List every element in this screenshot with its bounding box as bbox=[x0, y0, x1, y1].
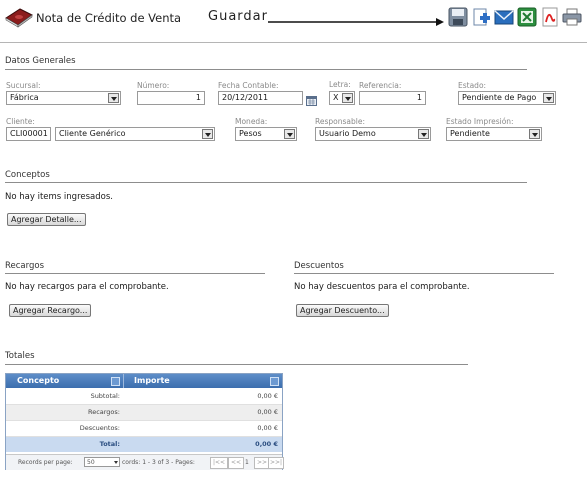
recargos-title: Recargos bbox=[5, 261, 45, 271]
email-icon[interactable] bbox=[494, 7, 514, 27]
pdf-icon[interactable] bbox=[540, 7, 560, 27]
table-cell-importe: 0,00 € bbox=[257, 424, 278, 432]
table-cell-importe: 0,00 € bbox=[257, 392, 278, 400]
estado-impresion-select[interactable]: Pendiente bbox=[446, 127, 542, 141]
referencia-field[interactable]: 1 bbox=[359, 91, 426, 105]
responsable-select[interactable]: Usuario Demo bbox=[315, 127, 431, 141]
records-info: cords: 1 - 3 of 3 - Pages: bbox=[122, 459, 195, 466]
letra-value: X bbox=[333, 93, 339, 102]
table-cell-concepto: Total: bbox=[99, 440, 120, 448]
prev-page-button[interactable]: << bbox=[228, 457, 245, 469]
agregar-recargo-button[interactable]: Agregar Recargo... bbox=[9, 304, 92, 317]
chevron-down-icon bbox=[114, 461, 118, 464]
header-divider bbox=[0, 42, 587, 43]
estado-impresion-label: Estado Impresión: bbox=[446, 117, 514, 126]
chevron-down-icon bbox=[418, 129, 429, 139]
letra-label: Letra: bbox=[329, 80, 351, 89]
chevron-down-icon bbox=[342, 93, 353, 103]
chevron-down-icon bbox=[108, 93, 119, 103]
recargos-divider bbox=[5, 273, 265, 274]
totales-grid: Concepto Importe Subtotal: 0,00 € Recarg… bbox=[5, 373, 285, 470]
page-title: Nota de Crédito de Venta bbox=[36, 11, 182, 25]
moneda-label: Moneda: bbox=[235, 117, 268, 126]
records-per-page-value: 50 bbox=[87, 459, 95, 466]
descuentos-divider bbox=[294, 273, 554, 274]
totales-title: Totales bbox=[5, 351, 35, 361]
chevron-down-icon bbox=[284, 129, 295, 139]
table-row: Subtotal: 0,00 € bbox=[6, 389, 282, 405]
guardar-arrow bbox=[268, 12, 444, 26]
print-icon[interactable] bbox=[562, 7, 582, 27]
agregar-descuento-button[interactable]: Agregar Descuento... bbox=[296, 304, 389, 317]
referencia-value: 1 bbox=[416, 93, 422, 102]
records-per-page-select[interactable]: 50 bbox=[84, 457, 120, 467]
responsable-label: Responsable: bbox=[315, 117, 365, 126]
cliente-label: Cliente: bbox=[6, 117, 35, 126]
calendar-icon[interactable] bbox=[306, 91, 317, 106]
conceptos-title: Conceptos bbox=[5, 170, 50, 180]
letra-select[interactable]: X bbox=[329, 91, 355, 105]
datos-generales-divider bbox=[5, 69, 527, 70]
datos-generales-title: Datos Generales bbox=[5, 56, 76, 66]
table-cell-concepto: Descuentos: bbox=[79, 424, 120, 432]
numero-field[interactable]: 1 bbox=[137, 91, 205, 105]
fecha-field[interactable]: 20/12/2011 bbox=[218, 91, 303, 105]
grid-pager: Records per page: 50 cords: 1 - 3 of 3 -… bbox=[6, 454, 285, 470]
estado-label: Estado: bbox=[458, 81, 487, 90]
column-header-concepto-label: Concepto bbox=[17, 376, 60, 385]
table-cell-importe: 0,00 € bbox=[255, 440, 278, 448]
sort-icon[interactable] bbox=[111, 377, 120, 386]
agregar-detalle-button[interactable]: Agregar Detalle... bbox=[7, 213, 86, 226]
table-cell-importe: 0,00 € bbox=[257, 408, 278, 416]
book-icon bbox=[4, 6, 34, 28]
table-cell-concepto: Recargos: bbox=[87, 408, 120, 416]
moneda-select[interactable]: Pesos bbox=[235, 127, 297, 141]
descuentos-empty-text: No hay descuentos para el comprobante. bbox=[294, 282, 470, 292]
conceptos-empty-text: No hay items ingresados. bbox=[5, 192, 113, 202]
sucursal-select[interactable]: Fábrica bbox=[6, 91, 121, 105]
descuentos-title: Descuentos bbox=[294, 261, 344, 271]
guardar-label: Guardar bbox=[208, 9, 268, 24]
page-number[interactable]: 1 bbox=[245, 455, 249, 470]
numero-label: Número: bbox=[137, 81, 170, 90]
first-page-button[interactable]: |<< bbox=[210, 457, 229, 469]
cliente-code-value: CLI00001 bbox=[10, 129, 48, 138]
estado-impresion-value: Pendiente bbox=[450, 129, 490, 138]
chevron-down-icon bbox=[543, 93, 554, 103]
column-header-concepto[interactable]: Concepto bbox=[6, 374, 124, 388]
table-cell-concepto: Subtotal: bbox=[90, 392, 120, 400]
sucursal-value: Fábrica bbox=[10, 93, 39, 102]
numero-value: 1 bbox=[195, 93, 201, 102]
recargos-empty-text: No hay recargos para el comprobante. bbox=[5, 282, 169, 292]
estado-value: Pendiente de Pago bbox=[462, 93, 537, 102]
fecha-value: 20/12/2011 bbox=[222, 93, 269, 102]
chevron-down-icon bbox=[529, 129, 540, 139]
excel-icon[interactable] bbox=[517, 7, 537, 27]
table-row: Descuentos: 0,00 € bbox=[6, 421, 282, 437]
add-document-icon[interactable] bbox=[471, 7, 491, 27]
cliente-code-field[interactable]: CLI00001 bbox=[6, 127, 51, 141]
sucursal-label: Sucursal: bbox=[6, 81, 41, 90]
chevron-down-icon bbox=[202, 129, 213, 139]
referencia-label: Referencia: bbox=[359, 81, 402, 90]
estado-select[interactable]: Pendiente de Pago bbox=[458, 91, 556, 105]
fecha-label: Fecha Contable: bbox=[218, 81, 279, 90]
responsable-value: Usuario Demo bbox=[319, 129, 376, 138]
conceptos-divider bbox=[5, 182, 527, 183]
moneda-value: Pesos bbox=[239, 129, 262, 138]
column-header-importe-label: Importe bbox=[134, 376, 170, 385]
sort-icon[interactable] bbox=[270, 377, 279, 386]
last-page-button[interactable]: >>| bbox=[268, 457, 285, 469]
column-header-importe[interactable]: Importe bbox=[124, 374, 282, 388]
table-row: Recargos: 0,00 € bbox=[6, 405, 282, 421]
total-row: Total: 0,00 € bbox=[6, 437, 282, 452]
save-icon[interactable] bbox=[448, 7, 468, 27]
records-per-page-label: Records per page: bbox=[18, 459, 73, 466]
cliente-value: Cliente Genérico bbox=[59, 129, 126, 138]
totales-divider bbox=[5, 364, 468, 365]
cliente-select[interactable]: Cliente Genérico bbox=[55, 127, 215, 141]
